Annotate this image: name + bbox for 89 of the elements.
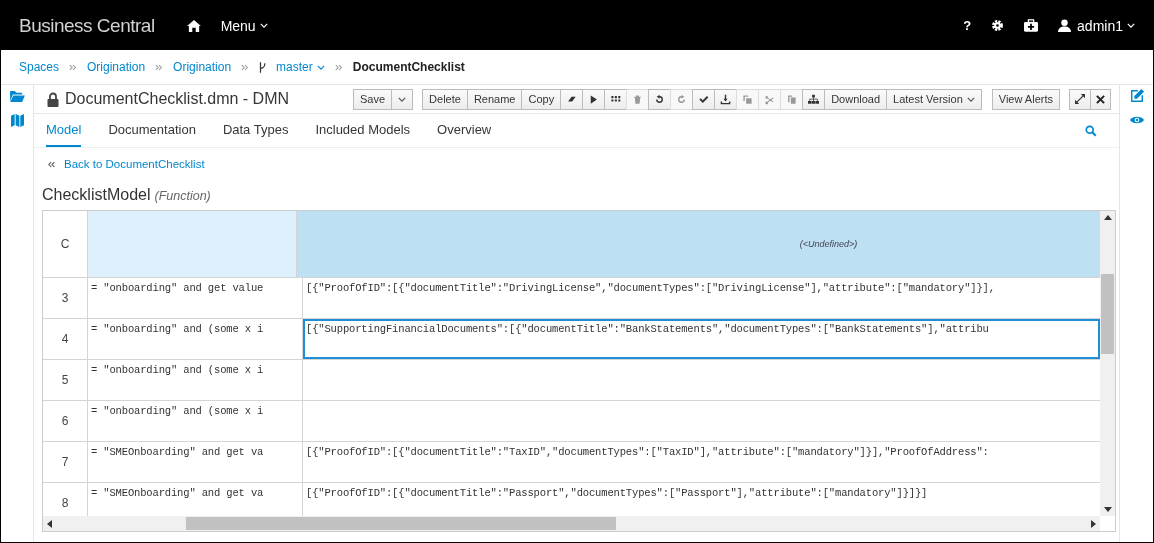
row-number-cell: 7	[43, 442, 88, 482]
redo-icon	[676, 93, 688, 105]
version-dropdown[interactable]: Latest Version	[886, 88, 982, 110]
editor-tab[interactable]: Overview	[437, 114, 492, 147]
caret-icon	[1127, 23, 1135, 28]
toolbar-button[interactable]: Rename	[466, 88, 523, 110]
branch-icon	[259, 61, 267, 73]
double-chevron-icon	[48, 160, 56, 168]
editor-tab[interactable]: Included Models	[315, 114, 411, 147]
row-number-cell: 6	[43, 401, 88, 441]
double-chevron-icon	[241, 63, 250, 71]
back-link[interactable]: Back to DocumentChecklist	[64, 158, 205, 170]
folder-icon[interactable]	[9, 90, 25, 102]
table-cell[interactable]: = "onboarding" and (some x i	[88, 401, 303, 441]
play-icon	[588, 93, 600, 105]
toolbar-icon-button[interactable]	[802, 88, 826, 110]
table-cell[interactable]: [{"ProofOfID":[{"documentTitle":"Passport","documentTypes":["Passport"],"attribute":["mandatory"]}]}]	[303, 483, 1100, 516]
toolbar-icon-button[interactable]	[604, 88, 628, 110]
table-cell[interactable]: = "onboarding" and get value	[88, 278, 303, 318]
scroll-down-icon[interactable]	[1103, 507, 1112, 512]
help-button[interactable]: ?	[963, 18, 972, 33]
row-number-cell: 5	[43, 360, 88, 400]
download-button[interactable]: Download	[824, 88, 888, 110]
close-button[interactable]	[1090, 88, 1111, 110]
double-chevron-icon	[334, 63, 343, 71]
caret-icon	[259, 23, 268, 28]
view-alerts-button[interactable]: View Alerts	[991, 88, 1060, 110]
toolbar-icon-button[interactable]	[582, 88, 606, 110]
table-cell[interactable]: [{"SupportingFinancialDocuments":[{"documentTitle":"BankStatements","documentTypes":["BankStatements"],"attribu	[303, 319, 1100, 359]
scroll-right-icon[interactable]	[1091, 519, 1096, 528]
menu-dropdown[interactable]: Menu	[220, 17, 268, 34]
caret-icon	[398, 96, 407, 102]
scrollbar-thumb[interactable]	[186, 517, 616, 530]
settings-icon[interactable]	[991, 19, 1005, 32]
user-icon	[1058, 19, 1072, 32]
undo-icon	[654, 93, 666, 105]
toolbar-icon-button[interactable]	[648, 88, 672, 110]
edit-icon[interactable]	[1129, 89, 1144, 103]
medkit-icon[interactable]	[1024, 19, 1039, 32]
document-title: DocumentChecklist.dmn - DMN	[65, 90, 290, 108]
breadcrumb-link[interactable]: Origination	[173, 60, 232, 74]
paste-icon	[786, 93, 798, 105]
column-header-label: (<Undefined>)	[799, 239, 858, 249]
lock-icon	[47, 91, 59, 107]
close-icon	[1096, 94, 1105, 104]
table-cell[interactable]: [{"ProofOfID":[{"documentTitle":"DrivingLicense","documentTypes":["DrivingLicense"],"attribute":["mandatory"]}],	[303, 278, 1100, 318]
scissors-icon	[764, 93, 776, 105]
function-name: ChecklistModel	[42, 186, 151, 204]
scroll-up-icon[interactable]	[1103, 215, 1112, 220]
eye-icon[interactable]	[1129, 115, 1144, 125]
editor-tab[interactable]: Model	[46, 114, 82, 147]
grid-icon	[610, 93, 622, 105]
search-icon[interactable]	[1085, 124, 1097, 137]
toolbar-icon-button[interactable]	[560, 88, 584, 110]
download-icon	[720, 93, 732, 105]
scroll-left-icon[interactable]	[47, 519, 52, 528]
double-chevron-icon	[155, 63, 164, 71]
editor-tab[interactable]: Documentation	[108, 114, 196, 147]
scrollbar-thumb[interactable]	[1101, 274, 1114, 354]
map-icon[interactable]	[10, 114, 24, 127]
toolbar-icon-button[interactable]	[714, 88, 738, 110]
toolbar-button[interactable]: Delete	[422, 88, 468, 110]
sitemap-icon	[808, 93, 820, 105]
function-kind: (Function)	[154, 189, 211, 203]
table-cell[interactable]: = "onboarding" and (some x i	[88, 360, 303, 400]
copy-icon	[742, 93, 754, 105]
breadcrumb-current: DocumentChecklist	[352, 60, 465, 74]
double-chevron-icon	[69, 63, 78, 71]
expand-icon	[1075, 94, 1085, 104]
home-icon[interactable]	[186, 19, 201, 32]
row-number-cell: 3	[43, 278, 88, 318]
table-cell[interactable]: [{"ProofOfID":[{"documentTitle":"TaxID","documentTypes":["TaxID"],"attribute":["mandatory"]}],"ProofOfAddress":	[303, 442, 1100, 482]
caret-icon	[966, 96, 975, 102]
user-menu[interactable]: admin1	[1077, 17, 1135, 34]
vertical-scrollbar[interactable]	[1100, 211, 1115, 516]
brand-title: Business Central	[19, 14, 155, 37]
breadcrumb-link[interactable]: Spaces	[19, 60, 60, 74]
table-cell[interactable]: = "onboarding" and (some x i	[88, 319, 303, 359]
expand-button[interactable]	[1069, 88, 1091, 110]
table-cell[interactable]: = "SMEOnboarding" and get va	[88, 442, 303, 482]
save-button[interactable]: Save	[353, 88, 393, 110]
toolbar-icon-button[interactable]	[692, 88, 716, 110]
branch-dropdown[interactable]: master	[276, 60, 325, 74]
breadcrumb-link[interactable]: Origination	[87, 60, 146, 74]
editor-tab[interactable]: Data Types	[222, 114, 289, 147]
horizontal-scrollbar[interactable]	[43, 516, 1100, 531]
caret-icon	[316, 64, 325, 70]
toolbar-button[interactable]: Copy	[521, 88, 562, 110]
row-number-cell: 4	[43, 319, 88, 359]
